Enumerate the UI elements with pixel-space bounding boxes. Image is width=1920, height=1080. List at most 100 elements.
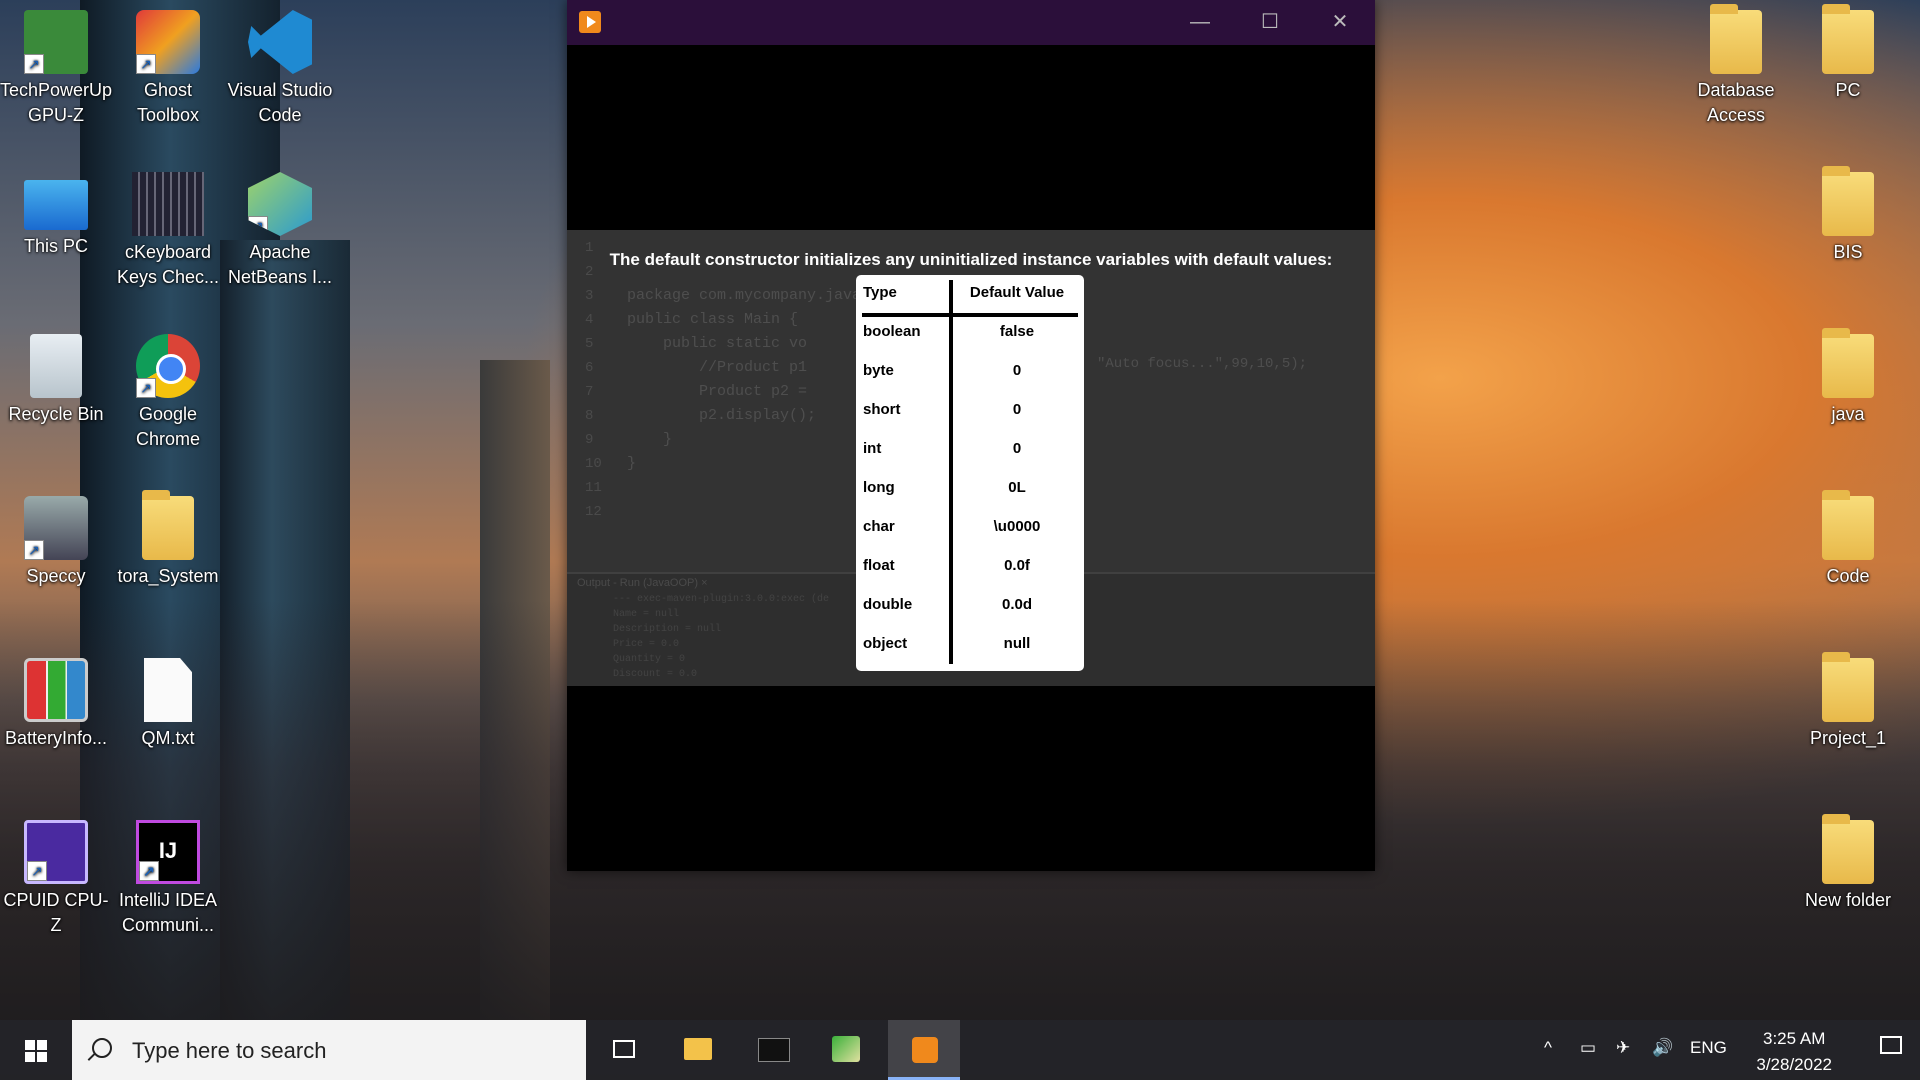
desktop-icon-label: This PC [23, 236, 88, 256]
start-button[interactable] [0, 1020, 72, 1080]
default-values-table: Type Default Value boolean false byte 0 … [856, 275, 1084, 671]
desktop-icon-this-pc[interactable]: This PC [0, 172, 112, 259]
folder-icon [1822, 166, 1874, 236]
desktop-icon-label: Code [1826, 566, 1870, 586]
table-cell-type: long [863, 479, 895, 496]
desktop-icon-new-folder[interactable]: New folder [1792, 814, 1904, 913]
clock-date: 3/28/2022 [1756, 1055, 1832, 1074]
shortcut-arrow-icon: ↗ [24, 54, 44, 74]
notification-center-button[interactable] [1880, 1036, 1906, 1060]
media-player-app-icon [579, 11, 601, 33]
paint-button[interactable] [810, 1020, 882, 1080]
table-cell-value: 0 [1012, 401, 1022, 418]
desktop-icon-ghost-toolbox[interactable]: ↗ Ghost Toolbox [112, 10, 224, 128]
folder-icon [1822, 652, 1874, 722]
desktop-icon-label: Speccy [26, 566, 86, 586]
desktop-icon-pc[interactable]: PC [1792, 4, 1904, 103]
shortcut-arrow-icon: ↗ [136, 54, 156, 74]
desktop-icon-label: Database Access [1697, 80, 1775, 125]
table-cell-value: 0.0d [1001, 596, 1032, 613]
desktop-icon-gpu-z[interactable]: ↗ TechPowerUp GPU-Z [0, 10, 112, 128]
volume-icon[interactable]: 🔊 [1652, 1038, 1673, 1058]
media-player-window: — ☐ ✕ 1 2 3 4 5 6 7 8 9 10 11 12 package com.mycomp… [567, 0, 1375, 871]
shortcut-arrow-icon: ↗ [139, 861, 159, 881]
table-cell-value: null [1003, 635, 1031, 652]
search-box[interactable]: Type here to search [72, 1020, 586, 1080]
desktop-icon-speccy[interactable]: ↗ Speccy [0, 496, 112, 589]
task-view-button[interactable] [588, 1020, 660, 1080]
table-cell-type: float [863, 557, 895, 574]
folder-icon [1822, 328, 1874, 398]
desktop-icon-code[interactable]: Code [1792, 490, 1904, 589]
desktop-icon-label: Google Chrome [135, 404, 201, 449]
windows-logo-icon [25, 1040, 35, 1050]
title-bar[interactable]: — ☐ ✕ [567, 0, 1375, 45]
table-cell-type: boolean [863, 323, 921, 340]
desktop-icon-netbeans[interactable]: ↗ Apache NetBeans I... [224, 172, 336, 290]
desktop-icon-database-access[interactable]: Database Access [1680, 4, 1792, 128]
table-cell-type: byte [863, 362, 894, 379]
terminal-button[interactable] [736, 1020, 808, 1080]
gpu-z-icon: ↗ [24, 10, 88, 74]
file-explorer-button[interactable] [662, 1020, 734, 1080]
clock-time: 3:25 AM [1762, 1029, 1826, 1048]
desktop-icon-label: New folder [1804, 890, 1892, 910]
chrome-icon: ↗ [136, 334, 200, 398]
desktop-icon-project-1[interactable]: Project_1 [1792, 652, 1904, 751]
desktop-icon-bis[interactable]: BIS [1792, 166, 1904, 265]
desktop-icon-keyboard[interactable]: cKeyboard Keys Chec... [112, 172, 224, 290]
video-caption: The default constructor initializes any … [609, 250, 1333, 269]
table-cell-value: false [999, 323, 1035, 340]
desktop-icon-vscode[interactable]: Visual Studio Code [224, 10, 336, 128]
desktop-icon-label: CPUID CPU-Z [3, 890, 109, 935]
desktop-icon-label: QM.txt [141, 728, 195, 748]
battery-icon [24, 658, 88, 722]
close-button[interactable]: ✕ [1305, 0, 1375, 45]
show-hidden-icons-button[interactable]: ^ [1544, 1038, 1552, 1058]
shortcut-arrow-icon: ↗ [27, 861, 47, 881]
battery-tray-icon[interactable]: ▭ [1580, 1038, 1596, 1058]
table-cell-value: \u0000 [993, 518, 1041, 535]
table-cell-type: object [863, 635, 908, 652]
table-cell-type: short [863, 401, 901, 418]
desktop-icon-label: tora_System [117, 566, 219, 586]
desktop-icon-batteryinfo[interactable]: BatteryInfo... [0, 658, 112, 751]
desktop-icon-label: IntelliJ IDEA Communi... [118, 890, 218, 935]
desktop-icon-label: Project_1 [1809, 728, 1887, 748]
language-indicator[interactable]: ENG [1690, 1038, 1727, 1058]
shortcut-arrow-icon: ↗ [24, 540, 44, 560]
ghost-toolbox-icon: ↗ [136, 10, 200, 74]
desktop-icon-qm-txt[interactable]: QM.txt [112, 658, 224, 751]
video-frame[interactable]: 1 2 3 4 5 6 7 8 9 10 11 12 package com.mycompany.ja… [567, 230, 1375, 686]
desktop-icon-intellij[interactable]: IJ ↗ IntelliJ IDEA Communi... [112, 820, 224, 938]
media-player-icon [912, 1037, 938, 1063]
desktop-icon-cpu-z[interactable]: ↗ CPUID CPU-Z [0, 820, 112, 938]
desktop-icon-label: java [1831, 404, 1865, 424]
desktop-icon-label: BIS [1833, 242, 1863, 262]
desktop-icon-recycle-bin[interactable]: Recycle Bin [0, 334, 112, 427]
desktop-icon-java[interactable]: java [1792, 328, 1904, 427]
desktop-icon-chrome[interactable]: ↗ Google Chrome [112, 334, 224, 452]
maximize-button[interactable]: ☐ [1235, 0, 1305, 45]
desktop-icon-tora-system[interactable]: tora_System [112, 490, 224, 589]
desktop-icon-label: BatteryInfo... [4, 728, 108, 748]
desktop-icon-label: Ghost Toolbox [136, 80, 200, 125]
vscode-icon [248, 10, 312, 74]
clock[interactable]: 3:25 AM 3/28/2022 [1756, 1026, 1832, 1078]
table-cell-type: double [863, 596, 913, 613]
table-cell-value: 0L [1008, 479, 1026, 496]
table-cell-value: 0 [1012, 362, 1022, 379]
table-cell-type: int [863, 440, 882, 457]
desktop-icon-label: Visual Studio Code [227, 80, 333, 125]
airplane-mode-icon[interactable]: ✈ [1616, 1038, 1630, 1058]
notification-icon [1880, 1036, 1902, 1054]
folder-icon [1822, 4, 1874, 74]
minimize-button[interactable]: — [1165, 0, 1235, 45]
computer-icon [24, 180, 88, 230]
media-player-taskbar-button[interactable] [888, 1020, 960, 1080]
netbeans-icon: ↗ [248, 172, 312, 236]
shortcut-arrow-icon: ↗ [136, 378, 156, 398]
folder-icon [1710, 4, 1762, 74]
folder-icon [1822, 814, 1874, 884]
keyboard-icon [132, 172, 204, 236]
